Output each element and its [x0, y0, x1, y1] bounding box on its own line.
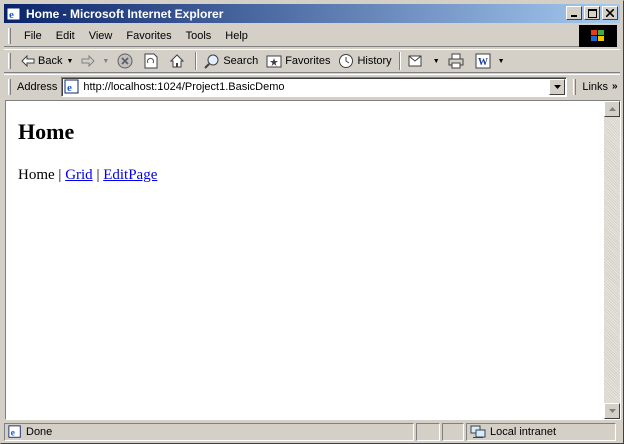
mail-button[interactable]: ▼	[404, 50, 444, 72]
svg-text:W: W	[478, 57, 488, 68]
search-icon	[204, 54, 219, 69]
scroll-up-icon	[608, 107, 616, 111]
menu-tools[interactable]: Tools	[179, 30, 219, 42]
zone-text: Local intranet	[490, 426, 557, 438]
forward-dropdown-icon[interactable]: ▼	[102, 58, 109, 65]
address-input[interactable]	[83, 80, 544, 93]
chevron-down-icon	[553, 84, 561, 89]
toolbar-separator	[195, 52, 198, 70]
local-intranet-icon	[470, 425, 486, 438]
refresh-icon	[144, 53, 158, 69]
windows-logo-throbber	[579, 25, 617, 47]
forward-arrow-icon	[81, 55, 96, 67]
status-panel-empty-2	[442, 423, 464, 441]
home-button[interactable]	[165, 50, 192, 72]
stop-icon	[117, 53, 133, 69]
close-button[interactable]	[602, 6, 618, 20]
page-done-icon: e	[8, 425, 21, 439]
home-icon	[170, 54, 185, 68]
toolbar-grip[interactable]	[8, 27, 11, 44]
toolbar-grip[interactable]	[8, 78, 11, 95]
address-field[interactable]: e	[61, 76, 568, 97]
page-content: Home Home | Grid | EditPage	[6, 101, 603, 419]
title-bar: e Home - Microsoft Internet Explorer	[4, 4, 620, 23]
search-button[interactable]: Search	[200, 50, 262, 72]
page-icon: e	[64, 79, 79, 94]
favorites-button[interactable]: Favorites	[262, 50, 334, 72]
close-icon	[606, 9, 614, 17]
svg-text:e: e	[11, 428, 16, 439]
maximize-button[interactable]	[584, 6, 600, 20]
menu-help[interactable]: Help	[218, 30, 255, 42]
edit-button[interactable]: W ▼	[471, 50, 509, 72]
print-button[interactable]	[444, 50, 471, 72]
window-title: Home - Microsoft Internet Explorer	[26, 6, 224, 21]
back-arrow-icon	[21, 55, 35, 67]
status-text: Done	[26, 426, 53, 438]
page-nav: Home | Grid | EditPage	[18, 167, 591, 184]
svg-text:e: e	[67, 82, 72, 94]
menu-view[interactable]: View	[82, 30, 120, 42]
stop-button[interactable]	[113, 50, 140, 72]
ie-logo-icon: e	[6, 7, 21, 21]
menu-file[interactable]: File	[17, 30, 49, 42]
scroll-up-button[interactable]	[604, 101, 620, 117]
mail-dropdown-icon[interactable]: ▼	[433, 58, 440, 65]
minimize-icon	[571, 15, 577, 17]
links-button[interactable]: Links »	[582, 81, 617, 93]
minimize-button[interactable]	[566, 6, 582, 20]
address-label: Address	[17, 80, 58, 93]
status-bar: e Done Local intranet	[4, 422, 620, 442]
history-button[interactable]: History	[334, 50, 395, 72]
nav-separator: |	[58, 167, 62, 183]
forward-button[interactable]: ▼	[77, 50, 113, 72]
vertical-scrollbar[interactable]	[604, 101, 620, 419]
nav-link-grid[interactable]: Grid	[65, 167, 93, 183]
nav-separator: |	[96, 167, 100, 183]
standard-buttons-toolbar: Back ▼ ▼ Search Favorites History ▼ W ▼	[4, 49, 620, 73]
history-icon	[339, 54, 354, 68]
windows-logo-icon	[591, 30, 604, 41]
status-panel-main: e Done	[4, 423, 414, 441]
favorites-label: Favorites	[285, 55, 331, 67]
page-heading: Home	[18, 119, 75, 144]
print-icon	[448, 53, 464, 69]
menu-favorites[interactable]: Favorites	[119, 30, 178, 42]
links-label: Links	[582, 80, 609, 93]
back-button[interactable]: Back ▼	[17, 50, 77, 72]
mail-icon	[408, 55, 422, 67]
favorites-icon	[266, 55, 282, 68]
address-dropdown-button[interactable]	[549, 78, 566, 95]
toolbar-grip[interactable]	[8, 53, 11, 69]
nav-current: Home	[18, 167, 55, 183]
status-panel-zone: Local intranet	[466, 423, 616, 441]
back-label: Back	[38, 55, 63, 67]
word-edit-icon: W	[475, 53, 491, 69]
edit-dropdown-icon[interactable]: ▼	[498, 58, 505, 65]
toolbar-grip[interactable]	[573, 78, 577, 95]
scroll-down-button[interactable]	[604, 403, 620, 419]
page-viewport: Home Home | Grid | EditPage	[5, 100, 621, 420]
maximize-icon	[587, 8, 597, 18]
browser-window: e Home - Microsoft Internet Explorer Fil…	[0, 0, 624, 444]
status-panel-empty-1	[416, 423, 440, 441]
refresh-button[interactable]	[140, 50, 165, 72]
menu-bar: File Edit View Favorites Tools Help	[4, 25, 580, 47]
svg-text:e: e	[9, 9, 14, 21]
address-bar: Address e Links »	[4, 74, 620, 98]
back-dropdown-icon[interactable]: ▼	[66, 58, 73, 65]
double-chevron-icon: »	[612, 81, 618, 92]
history-label: History	[357, 55, 392, 67]
search-label: Search	[223, 55, 259, 67]
nav-link-editpage[interactable]: EditPage	[103, 167, 157, 183]
scroll-down-icon	[608, 409, 616, 413]
toolbar-separator	[398, 52, 401, 70]
menu-edit[interactable]: Edit	[49, 30, 82, 42]
